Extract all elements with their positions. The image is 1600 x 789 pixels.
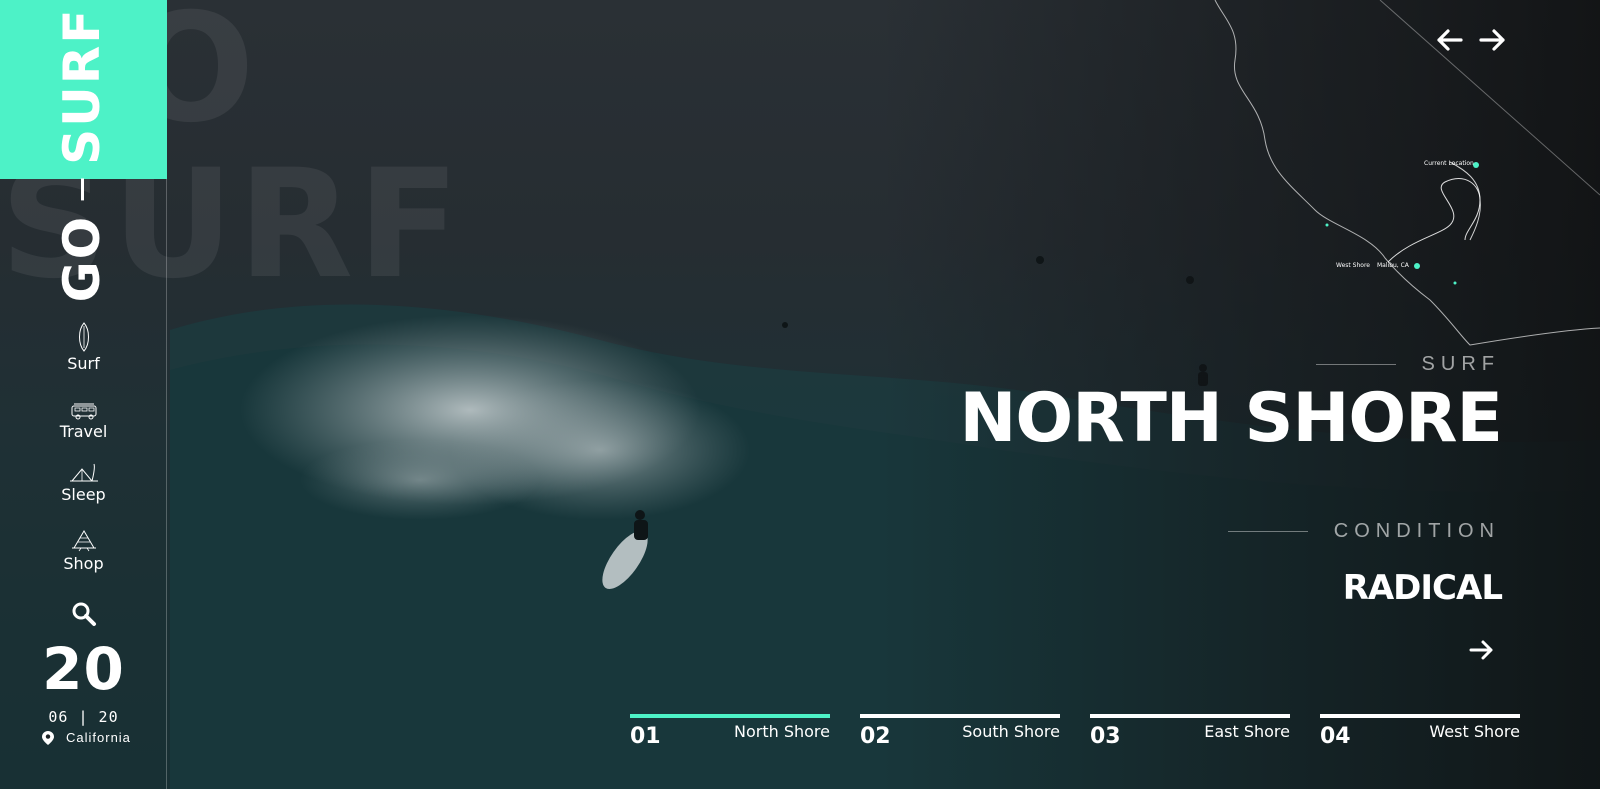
location-text: California — [66, 730, 131, 745]
sidebar: GO SURF Surf Travel Sleep Shop 20 06 | 2… — [0, 0, 167, 789]
coastline-map — [1214, 0, 1600, 346]
tab-number: 03 — [1090, 724, 1121, 749]
logo[interactable]: GO SURF — [53, 8, 111, 303]
logo-word-go: GO — [53, 214, 111, 303]
tab-south-shore[interactable]: 02 South Shore — [860, 714, 1060, 758]
nav-item-travel[interactable]: Travel — [0, 402, 167, 441]
condition-kicker: CONDITION — [1227, 520, 1500, 543]
tab-label: North Shore — [734, 722, 830, 741]
hero-kicker: SURF — [1315, 353, 1500, 376]
tab-north-shore[interactable]: 01 North Shore — [630, 714, 830, 758]
tab-label: South Shore — [962, 722, 1060, 741]
arrow-right-icon — [1469, 640, 1493, 660]
tab-indicator — [630, 714, 830, 718]
date-day: 20 — [42, 635, 125, 703]
nav-item-sleep[interactable]: Sleep — [0, 463, 167, 504]
tab-indicator — [1090, 714, 1290, 718]
nav-item-shop[interactable]: Shop — [0, 528, 167, 573]
tent-icon — [69, 463, 98, 482]
date-month-year: 06 | 20 — [48, 708, 119, 726]
nav-label-surf: Surf — [67, 354, 100, 373]
tab-number: 02 — [860, 724, 891, 749]
location-pin-icon — [42, 730, 54, 745]
condition-kicker-text: CONDITION — [1333, 520, 1500, 542]
surfboard-icon — [78, 322, 89, 352]
malibu-marker — [1414, 263, 1420, 269]
nav-label-travel: Travel — [59, 422, 108, 441]
nav-label-sleep: Sleep — [61, 485, 106, 504]
tab-label: West Shore — [1429, 722, 1520, 741]
hero-title: NORTH SHORE — [959, 379, 1503, 458]
tab-west-shore[interactable]: 04 West Shore — [1320, 714, 1520, 758]
map-label-current-location: Current Location — [1424, 160, 1474, 167]
tab-indicator — [860, 714, 1060, 718]
nav-item-surf[interactable]: Surf — [0, 322, 167, 373]
shop-icon — [71, 530, 96, 552]
tab-indicator — [1320, 714, 1520, 718]
tab-number: 01 — [630, 724, 661, 749]
search-button[interactable] — [70, 600, 98, 628]
tab-east-shore[interactable]: 03 East Shore — [1090, 714, 1290, 758]
tab-number: 04 — [1320, 724, 1351, 749]
date-location: California — [42, 730, 131, 745]
logo-dash — [80, 178, 84, 201]
nav-label-shop: Shop — [63, 554, 104, 573]
explore-arrow-button[interactable] — [1468, 638, 1496, 662]
condition-value: RADICAL — [1342, 568, 1503, 608]
map-label-malibu: Malibu, CA — [1377, 262, 1409, 269]
map-label-west-shore: West Shore — [1336, 262, 1370, 269]
van-icon — [71, 403, 96, 420]
kicker-divider — [1315, 364, 1396, 365]
tab-label: East Shore — [1204, 722, 1290, 741]
kicker-divider — [1227, 531, 1308, 532]
search-icon — [72, 602, 96, 626]
logo-word-surf: SURF — [53, 7, 111, 165]
hero-kicker-text: SURF — [1421, 353, 1500, 375]
